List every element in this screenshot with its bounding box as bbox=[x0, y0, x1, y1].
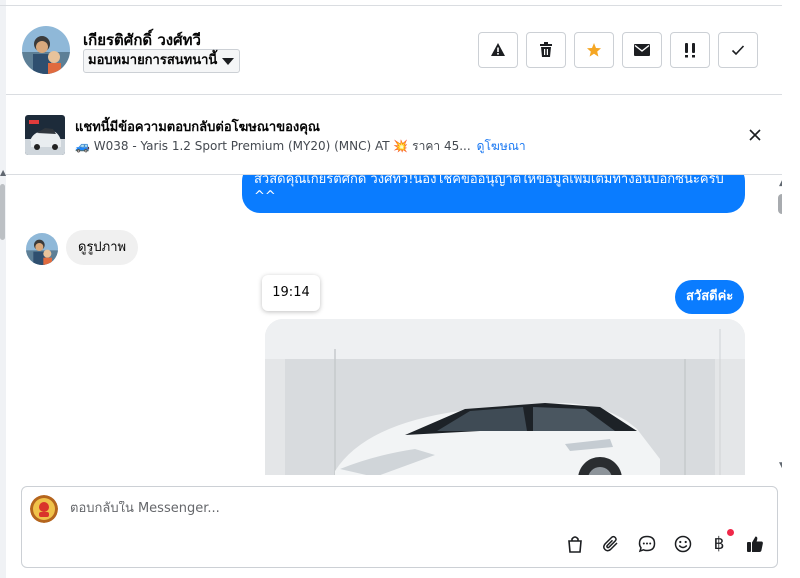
assign-conversation-dropdown[interactable]: มอบหมายการสนทนานี้ bbox=[83, 49, 241, 73]
trash-icon bbox=[540, 42, 552, 57]
left-scrollbar-thumb[interactable] bbox=[0, 184, 5, 240]
notification-dot bbox=[727, 529, 734, 536]
outgoing-message[interactable]: สวัสดีคุณเกียรติศักดิ์ วงศ์ทวี!น้องโชคขอ… bbox=[242, 175, 745, 213]
check-icon bbox=[731, 45, 745, 56]
close-banner-button[interactable] bbox=[745, 125, 765, 145]
attach-button[interactable] bbox=[600, 533, 622, 555]
view-ad-link[interactable]: ดูโฆษณา bbox=[477, 139, 526, 153]
ad-banner-subtitle: 🚙 W038 - Yaris 1.2 Sport Premium (MY20) … bbox=[75, 137, 526, 156]
saved-replies-button[interactable] bbox=[636, 533, 658, 555]
timestamp-tooltip: 19:14 bbox=[262, 275, 320, 311]
reply-composer: ฿ bbox=[21, 486, 778, 568]
car-photo-attachment[interactable] bbox=[265, 319, 745, 475]
conversation-header: เกียรติศักดิ์ วงศ์ทวี มอบหมายการสนทนานี้ bbox=[6, 6, 782, 95]
shop-button[interactable] bbox=[564, 533, 586, 555]
reply-input[interactable] bbox=[70, 501, 550, 516]
like-button[interactable] bbox=[744, 533, 766, 555]
ad-description: 🚙 W038 - Yaris 1.2 Sport Premium (MY20) … bbox=[75, 139, 471, 153]
important-button[interactable] bbox=[670, 32, 710, 68]
contact-avatar-small[interactable] bbox=[26, 233, 58, 265]
payment-button[interactable]: ฿ bbox=[708, 529, 734, 555]
ad-banner-title: แชทนี้มีข้อความตอบกลับต่อโฆษณาของคุณ bbox=[75, 120, 320, 135]
incoming-message[interactable]: ดูรูปภาพ bbox=[66, 230, 139, 265]
window-edge bbox=[782, 0, 800, 578]
emoji-button[interactable] bbox=[672, 533, 694, 555]
star-icon bbox=[587, 43, 601, 57]
assign-label: มอบหมายการสนทนานี้ bbox=[88, 53, 218, 68]
composer-toolbar: ฿ bbox=[564, 529, 766, 555]
report-icon bbox=[491, 43, 505, 56]
contact-avatar[interactable] bbox=[22, 26, 70, 74]
ad-thumbnail[interactable] bbox=[25, 115, 65, 155]
report-button[interactable] bbox=[478, 32, 518, 68]
important-icon bbox=[685, 43, 695, 58]
close-icon bbox=[749, 129, 761, 141]
emoji-icon bbox=[674, 535, 692, 553]
outgoing-message[interactable]: สวัสดีค่ะ bbox=[675, 280, 745, 314]
thumbs-up-icon bbox=[747, 536, 763, 552]
paperclip-icon bbox=[603, 535, 618, 552]
message-thread[interactable]: สวัสดีคุณเกียรติศักดิ์ วงศ์ทวี!น้องโชคขอ… bbox=[6, 175, 776, 475]
star-button[interactable] bbox=[574, 32, 614, 68]
delete-button[interactable] bbox=[526, 32, 566, 68]
envelope-icon bbox=[634, 44, 650, 56]
mark-done-button[interactable] bbox=[718, 32, 758, 68]
mark-unread-button[interactable] bbox=[622, 32, 662, 68]
caret-down-icon bbox=[222, 58, 235, 65]
ad-reply-banner: แชทนี้มีข้อความตอบกลับต่อโฆษณาของคุณ 🚙 W… bbox=[6, 95, 782, 175]
chat-bubble-icon bbox=[638, 535, 656, 553]
messenger-conversation-panel: ▲ เกียรติศักดิ์ วงศ์ทวี มอบหมายการสนทนาน… bbox=[0, 0, 800, 578]
baht-icon: ฿ bbox=[713, 534, 725, 554]
header-actions bbox=[478, 32, 758, 68]
page-avatar bbox=[30, 495, 58, 523]
bag-icon bbox=[568, 536, 582, 553]
